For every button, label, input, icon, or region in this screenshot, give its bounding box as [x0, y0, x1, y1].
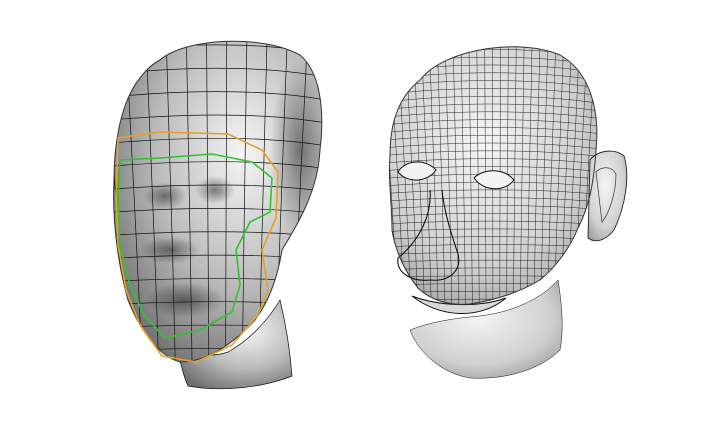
- head-models-illustration: [113, 34, 628, 390]
- low-poly-head: [113, 40, 323, 390]
- ear: [587, 150, 628, 242]
- eye-shadow-right: [195, 176, 235, 204]
- figure-canvas: [0, 0, 716, 438]
- high-poly-head: [380, 34, 628, 379]
- mesh-row-line: [380, 307, 610, 308]
- mesh-row-line: [389, 298, 597, 302]
- eye-socket-shadow: [140, 236, 200, 264]
- mesh-row-line: [380, 34, 610, 45]
- side-shadow: [270, 60, 322, 240]
